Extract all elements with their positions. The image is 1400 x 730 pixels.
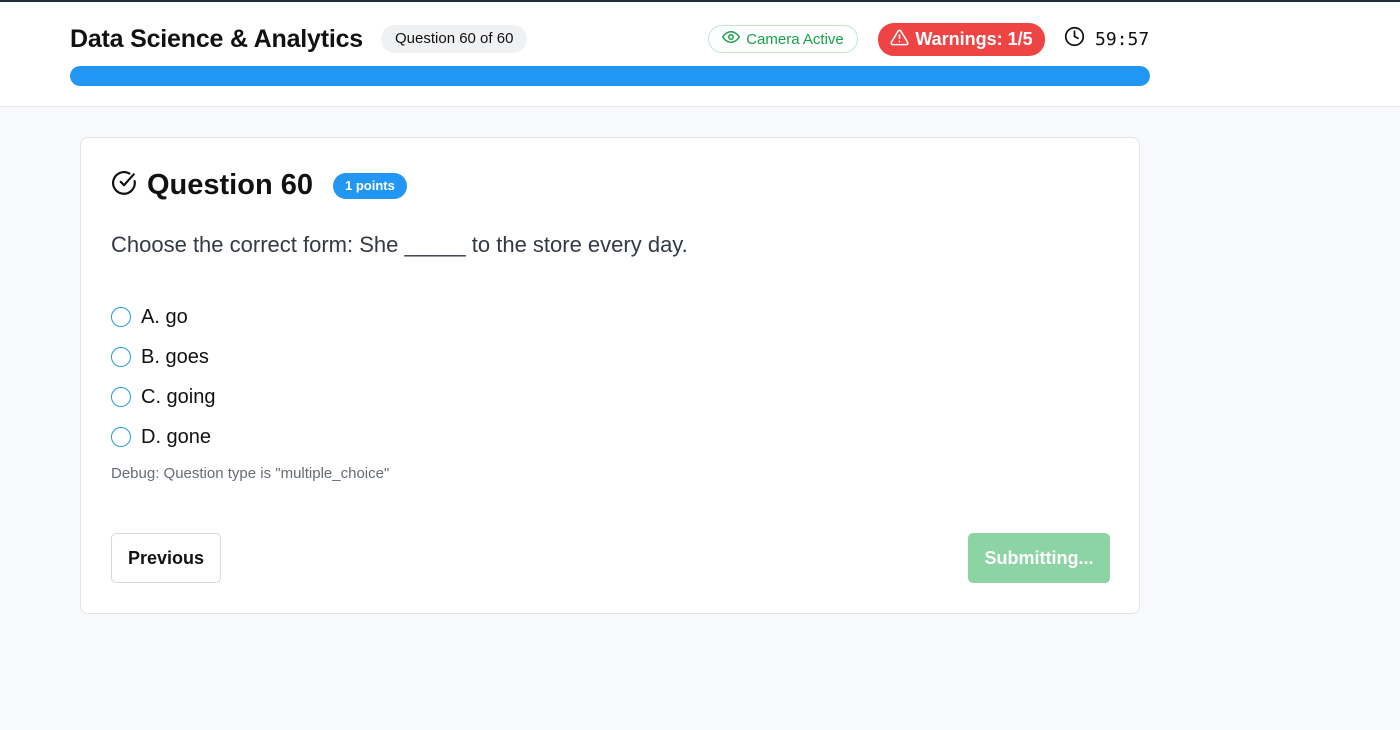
radio-button[interactable] bbox=[111, 307, 131, 327]
exam-header: Data Science & Analytics Question 60 of … bbox=[0, 2, 1400, 107]
alert-triangle-icon bbox=[890, 28, 909, 52]
previous-button[interactable]: Previous bbox=[111, 533, 221, 583]
exam-title: Data Science & Analytics bbox=[70, 25, 364, 53]
radio-button[interactable] bbox=[111, 427, 131, 447]
radio-button[interactable] bbox=[111, 387, 131, 407]
timer-value: 59:57 bbox=[1095, 28, 1150, 50]
option-a[interactable]: A. go bbox=[111, 297, 216, 337]
check-circle-icon bbox=[111, 170, 137, 201]
clock-icon bbox=[1064, 26, 1085, 52]
camera-status-badge: Camera Active bbox=[708, 25, 858, 53]
option-label[interactable]: C. going bbox=[141, 386, 216, 409]
question-text: Choose the correct form: She _____ to th… bbox=[111, 232, 688, 257]
option-d[interactable]: D. gone bbox=[111, 417, 216, 457]
eye-icon bbox=[722, 28, 741, 50]
submit-button[interactable]: Submitting... bbox=[968, 533, 1110, 583]
exam-progress-fill bbox=[70, 66, 1150, 86]
option-label[interactable]: A. go bbox=[141, 306, 188, 329]
exam-timer: 59:57 bbox=[1064, 26, 1149, 52]
question-header: Question 60 1 points bbox=[111, 169, 407, 202]
points-badge: 1 points bbox=[333, 172, 407, 199]
exam-progress-bar bbox=[70, 66, 1150, 86]
camera-status-label: Camera Active bbox=[746, 30, 844, 48]
question-counter-badge: Question 60 of 60 bbox=[381, 25, 528, 53]
radio-button[interactable] bbox=[111, 347, 131, 367]
option-c[interactable]: C. going bbox=[111, 377, 216, 417]
warnings-label: Warnings: 1/5 bbox=[915, 29, 1033, 49]
question-title: Question 60 bbox=[147, 169, 313, 201]
option-label[interactable]: B. goes bbox=[141, 346, 209, 369]
option-b[interactable]: B. goes bbox=[111, 337, 216, 377]
warnings-badge: Warnings: 1/5 bbox=[878, 23, 1045, 56]
option-label[interactable]: D. gone bbox=[141, 426, 211, 449]
question-card: Question 60 1 points Choose the correct … bbox=[80, 137, 1140, 614]
debug-text: Debug: Question type is "multiple_choice… bbox=[111, 465, 390, 482]
answer-options: A. go B. goes C. going D. gone bbox=[111, 297, 216, 457]
